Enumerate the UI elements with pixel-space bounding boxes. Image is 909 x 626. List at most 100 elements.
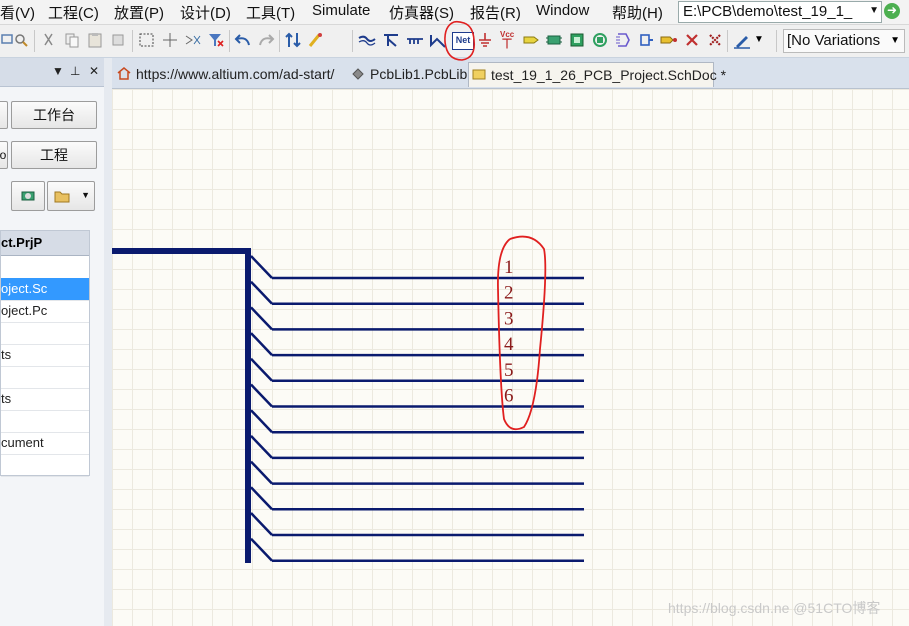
bus-entry bbox=[250, 460, 273, 485]
menu-view[interactable]: 看(V) bbox=[0, 2, 35, 23]
copy-icon[interactable] bbox=[63, 31, 81, 49]
bus-entry bbox=[250, 435, 273, 459]
bus-entry bbox=[250, 332, 273, 356]
schematic-canvas[interactable]: 1 2 3 4 5 6 bbox=[112, 89, 909, 626]
panel-left-button-2[interactable]: o bbox=[0, 141, 8, 169]
folder-icon bbox=[54, 191, 70, 203]
net-label: 1 bbox=[504, 257, 514, 278]
chevron-down-icon: ▼ bbox=[869, 5, 879, 16]
menu-tools[interactable]: 工具(T) bbox=[246, 2, 295, 23]
menu-design[interactable]: 设计(D) bbox=[180, 2, 231, 23]
menu-window[interactable]: Window bbox=[536, 2, 589, 19]
tab-label: PcbLib1.PcbLib bbox=[370, 66, 468, 82]
compile-icon[interactable] bbox=[11, 181, 45, 211]
bus-entry bbox=[250, 383, 273, 408]
list-item[interactable] bbox=[1, 410, 89, 433]
chevron-down-icon: ▼ bbox=[81, 190, 90, 200]
select-area-icon[interactable] bbox=[138, 31, 156, 49]
menu-help[interactable]: 帮助(H) bbox=[612, 2, 663, 23]
menu-place[interactable]: 放置(P) bbox=[114, 2, 164, 23]
bus-entry bbox=[250, 409, 273, 434]
place-port-icon[interactable] bbox=[522, 31, 540, 49]
no-erc-icon[interactable] bbox=[683, 31, 701, 49]
place-bus-entry-icon[interactable] bbox=[382, 31, 400, 49]
bus-entry bbox=[250, 280, 273, 305]
deselect-icon[interactable] bbox=[184, 31, 202, 49]
panel-header: ▼ ⊥ ✕ bbox=[0, 58, 104, 87]
filter-clear-icon[interactable] bbox=[207, 31, 225, 49]
panel-left-button[interactable] bbox=[0, 101, 8, 129]
bus-entry bbox=[250, 306, 273, 331]
list-item[interactable]: cument bbox=[1, 432, 89, 455]
redo-icon[interactable] bbox=[257, 31, 275, 49]
place-sheet-symbol-icon[interactable] bbox=[568, 31, 586, 49]
net-label: 4 bbox=[504, 334, 514, 355]
bus-entry bbox=[250, 486, 273, 511]
project-button[interactable]: 工程 bbox=[11, 141, 97, 169]
move-icon[interactable] bbox=[161, 31, 179, 49]
place-harness-icon[interactable] bbox=[406, 31, 424, 49]
net-label: 2 bbox=[504, 283, 514, 304]
place-off-sheet-connector-icon[interactable] bbox=[660, 31, 678, 49]
cross-probe-icon[interactable] bbox=[284, 31, 302, 49]
chevron-down-icon: ▼ bbox=[890, 35, 900, 46]
place-device-sheet-icon[interactable] bbox=[591, 31, 609, 49]
annotation-circle-net bbox=[444, 20, 476, 61]
pcb-icon bbox=[352, 68, 364, 80]
place-harness-connector-icon[interactable] bbox=[614, 31, 632, 49]
undo-icon[interactable] bbox=[234, 31, 252, 49]
list-item[interactable]: oject.Pc bbox=[1, 300, 89, 323]
chevron-down-icon[interactable]: ▼ bbox=[754, 34, 772, 52]
bus-entry bbox=[250, 512, 273, 536]
variations-select[interactable]: [No Variations ▼ bbox=[783, 29, 905, 53]
compile-mask-icon[interactable] bbox=[706, 31, 724, 49]
navigate-forward-icon[interactable]: ➜ bbox=[884, 3, 900, 19]
projects-panel: ▼ ⊥ ✕ 工作台 o 工程 ▼ ct.PrjP oject.Sc oject.… bbox=[0, 58, 105, 626]
menu-project[interactable]: 工程(C) bbox=[48, 2, 99, 23]
tab-pcblib[interactable]: PcbLib1.PcbLib bbox=[348, 62, 468, 86]
menu-simulate[interactable]: Simulate bbox=[312, 2, 370, 19]
list-item[interactable]: ts bbox=[1, 388, 89, 411]
rubber-stamp-icon[interactable] bbox=[109, 31, 127, 49]
list-item[interactable]: oject.Sc bbox=[1, 278, 89, 301]
list-item[interactable] bbox=[1, 256, 89, 279]
zoom-icon[interactable] bbox=[12, 31, 30, 49]
schdoc-icon bbox=[472, 69, 486, 80]
schematic-drawing: 1 2 3 4 5 6 bbox=[112, 235, 584, 563]
place-part-icon[interactable] bbox=[545, 31, 563, 49]
project-tree: ct.PrjP oject.Sc oject.Pc ts ts cument bbox=[0, 230, 90, 477]
tree-header: ct.PrjP bbox=[1, 231, 89, 256]
bus-entry bbox=[250, 537, 273, 562]
variations-value: [No Variations bbox=[787, 32, 881, 49]
list-item[interactable]: ts bbox=[1, 344, 89, 367]
list-item[interactable] bbox=[1, 322, 89, 345]
workbench-button[interactable]: 工作台 bbox=[11, 101, 97, 129]
place-bus-icon[interactable] bbox=[358, 31, 376, 49]
net-label: 5 bbox=[504, 360, 514, 381]
tab-schdoc[interactable]: test_19_1_26_PCB_Project.SchDoc * bbox=[468, 62, 726, 87]
tab-home[interactable]: https://www.altium.com/ad-start/ bbox=[114, 62, 346, 86]
brush-icon[interactable] bbox=[307, 31, 325, 49]
document-tabbar: https://www.altium.com/ad-start/ PcbLib1… bbox=[112, 58, 909, 89]
project-path-select[interactable]: E:\PCB\demo\test_19_1_ ▼ bbox=[678, 1, 882, 23]
pin-icon[interactable]: ⊥ bbox=[70, 64, 80, 78]
panel-menu-icon[interactable]: ▼ bbox=[52, 64, 64, 78]
list-item[interactable] bbox=[1, 454, 89, 477]
tab-label: https://www.altium.com/ad-start/ bbox=[136, 66, 335, 82]
open-project-button[interactable]: ▼ bbox=[47, 181, 95, 211]
watermark: https://blog.csdn.ne @51CTO博客 bbox=[668, 600, 881, 616]
place-sheet-entry-icon[interactable] bbox=[637, 31, 655, 49]
home-icon bbox=[117, 67, 131, 80]
vcc-power-port-button[interactable]: Vcc bbox=[498, 30, 518, 49]
bus-line bbox=[112, 248, 251, 563]
bus-entry bbox=[250, 357, 273, 382]
close-icon[interactable]: ✕ bbox=[89, 64, 99, 78]
bus-entry bbox=[250, 255, 273, 279]
pen-style-icon[interactable] bbox=[733, 31, 751, 49]
cut-icon[interactable] bbox=[40, 31, 58, 49]
list-item[interactable] bbox=[1, 366, 89, 389]
project-path-text: E:\PCB\demo\test_19_1_ bbox=[683, 3, 853, 20]
tab-label: test_19_1_26_PCB_Project.SchDoc * bbox=[491, 67, 727, 83]
paste-icon[interactable] bbox=[86, 31, 104, 49]
net-label: 3 bbox=[504, 308, 514, 329]
